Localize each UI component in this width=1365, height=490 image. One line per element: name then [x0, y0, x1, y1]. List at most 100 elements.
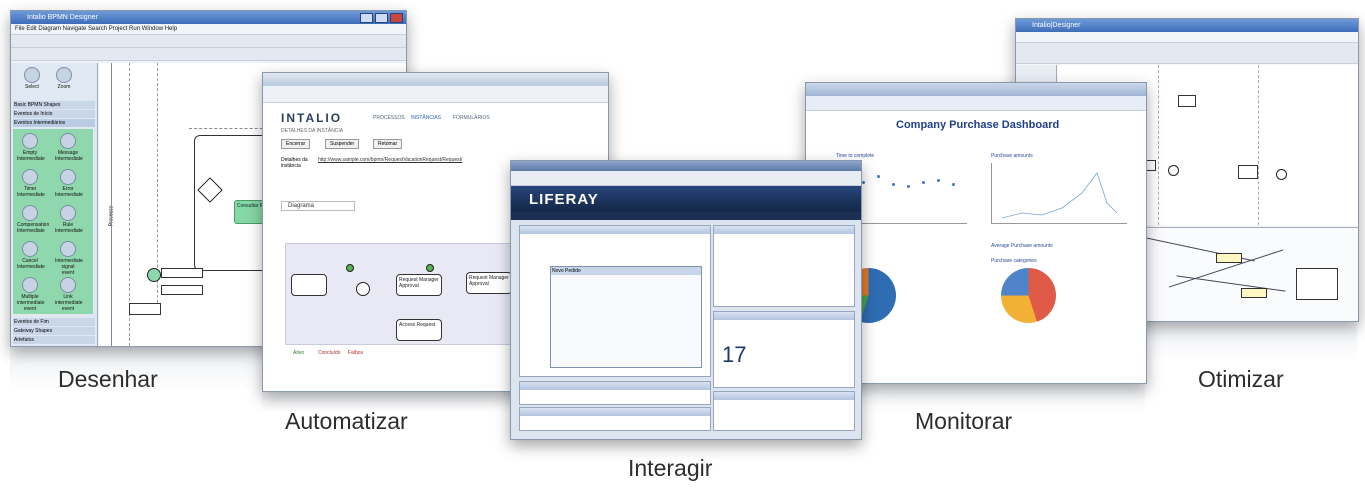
intermediate-events-section[interactable]: Eventos Intermediários	[13, 119, 95, 127]
signal-icon	[60, 241, 76, 257]
designer-toolbar	[11, 35, 406, 48]
dashboard-title: Company Purchase Dashboard	[896, 119, 1060, 131]
legend-done: Concluído	[318, 350, 341, 356]
detail-label: Detalhes da instância	[281, 157, 308, 169]
annotation-3	[129, 303, 161, 315]
end-events-section[interactable]: Eventos de Fim	[13, 318, 95, 326]
portal-browser-title	[511, 161, 861, 171]
empty-event-icon	[22, 133, 38, 149]
instance-url[interactable]: http://www.sample.com/bpmn/RequestVacati…	[318, 157, 462, 163]
console-tab-instances[interactable]: INSTÂNCIAS	[411, 115, 441, 121]
zoom-tool[interactable]: Zoom	[51, 67, 77, 90]
dialog[interactable]: Novo Pedido	[550, 266, 702, 368]
opt-event-2[interactable]	[1168, 165, 1179, 176]
portlet-bottom-right	[713, 391, 855, 431]
portal-addressbar[interactable]	[511, 171, 861, 186]
diagram-task-3[interactable]: Request Manager Approval	[466, 272, 512, 294]
caption-automatizar: Automatizar	[285, 408, 408, 434]
tree-node-1[interactable]	[1216, 253, 1242, 263]
console-tab-processes[interactable]: PROCESSOS	[373, 115, 405, 121]
dialog-title: Novo Pedido	[551, 267, 701, 275]
opt-node-4[interactable]	[1238, 165, 1258, 179]
portlet-docs	[713, 225, 855, 307]
palette-item-timer[interactable]: Timer Intermediate	[17, 169, 45, 198]
console-btn-terminate[interactable]: Encerrar	[281, 139, 311, 149]
palette-item-empty[interactable]: Empty Intermediate	[17, 133, 45, 162]
palette-item-error[interactable]: Error Intermediate	[55, 169, 83, 198]
portlet-bottom-right-header	[714, 392, 854, 400]
chart-title-categories: Purchase categories	[991, 258, 1037, 264]
chart-title-purchase: Purchase amounts	[991, 153, 1033, 159]
portlet-bottom-left-header	[520, 382, 710, 390]
purchase-line	[1001, 172, 1118, 219]
caption-desenhar: Desenhar	[58, 366, 158, 392]
portlet-bottom-left-2-header	[520, 408, 710, 416]
tree-node-3[interactable]	[1296, 268, 1338, 300]
optimizer-toolbar	[1016, 43, 1358, 64]
designer-title: Intalio BPMN Designer	[11, 11, 406, 24]
basic-shapes-section[interactable]: Basic BPMN Shapes	[13, 101, 95, 109]
annotation-2	[161, 285, 203, 295]
console-addressbar[interactable]	[263, 86, 608, 103]
palette-item-compensation[interactable]: Compensation Intermediate	[17, 205, 49, 234]
palette-item-message[interactable]: Message Intermediate	[55, 133, 83, 162]
dashboard-browser-title	[806, 83, 1146, 96]
diagram-gateway-x[interactable]	[356, 282, 370, 296]
annotation-1	[161, 268, 203, 278]
start-events-section[interactable]: Eventos de Início	[13, 110, 95, 118]
diagram-task-4[interactable]: Access Request	[396, 319, 442, 341]
pie-chart-right	[1001, 268, 1056, 323]
palette-item-cancel[interactable]: Cancel Intermediate	[17, 241, 45, 270]
diagram-task-2[interactable]: Request Manager Approval	[396, 274, 442, 296]
error-icon	[60, 169, 76, 185]
optimizer-title: Intalio|Designer	[1016, 19, 1358, 32]
clock-icon	[22, 169, 38, 185]
tree-node-2[interactable]	[1241, 288, 1267, 298]
palette-item-link[interactable]: Link intermediate event	[55, 277, 83, 312]
designer-menubar: File Edit Diagram Navigate Search Projec…	[11, 24, 406, 35]
dashboard-addressbar[interactable]	[806, 96, 1146, 111]
intalio-logo: INTALIO	[281, 111, 343, 125]
portlet-bottom-left-2	[519, 407, 711, 431]
console-btn-resume[interactable]: Retomar	[373, 139, 403, 149]
chart-title-time: Time to complete	[836, 153, 875, 159]
console-btn-suspend[interactable]: Suspender	[325, 139, 360, 149]
optimizer-menubar	[1016, 32, 1358, 43]
liferay-logo: LIFERAY	[529, 191, 599, 208]
gateways-section[interactable]: Gateway Shapes	[13, 327, 95, 335]
opt-event-3[interactable]	[1276, 169, 1287, 180]
chart-title-average: Average Purchase amounts	[991, 243, 1053, 249]
lane-divider	[111, 63, 112, 346]
portlet-tasks-header	[520, 226, 710, 234]
intermediate-palette: Empty Intermediate Message Intermediate …	[13, 129, 93, 314]
envelope-icon	[60, 133, 76, 149]
portlet-calendar-header	[714, 312, 854, 320]
artifacts-section[interactable]: Artefatos	[13, 336, 95, 344]
arrow-icon	[24, 67, 40, 83]
portal-nav	[511, 212, 861, 220]
portlet-bottom-left	[519, 381, 711, 405]
diagram-active-1	[346, 264, 354, 272]
calendar-day[interactable]: 17	[722, 342, 746, 368]
caption-otimizar: Otimizar	[1198, 366, 1284, 392]
palette-item-signal[interactable]: Intermediate signal event	[55, 241, 83, 276]
caption-monitorar: Monitorar	[915, 408, 1013, 434]
opt-lane	[1158, 65, 1160, 225]
portlet-docs-header	[714, 226, 854, 234]
designer-palette: Select Zoom Basic BPMN Shapes Eventos de…	[11, 63, 98, 346]
tree-line-3	[1176, 275, 1286, 292]
select-tool[interactable]: Select	[19, 67, 45, 90]
event-circle[interactable]	[147, 268, 161, 282]
zoom-icon	[56, 67, 72, 83]
opt-node-1[interactable]	[1178, 95, 1196, 107]
console-subtitle: DETALHES DA INSTÂNCIA	[281, 128, 344, 134]
console-browser-title	[263, 73, 608, 86]
purchase-chart	[991, 163, 1127, 224]
diagram-task-1[interactable]	[291, 274, 327, 296]
compensation-icon	[22, 205, 38, 221]
diagram-tab[interactable]: Diagrama	[281, 201, 355, 211]
console-tab-forms[interactable]: FORMULÁRIOS	[453, 115, 490, 121]
palette-item-multiple[interactable]: Multiple intermediate event	[17, 277, 45, 312]
palette-item-rule[interactable]: Rule Intermediate	[55, 205, 83, 234]
multiple-icon	[22, 277, 38, 293]
